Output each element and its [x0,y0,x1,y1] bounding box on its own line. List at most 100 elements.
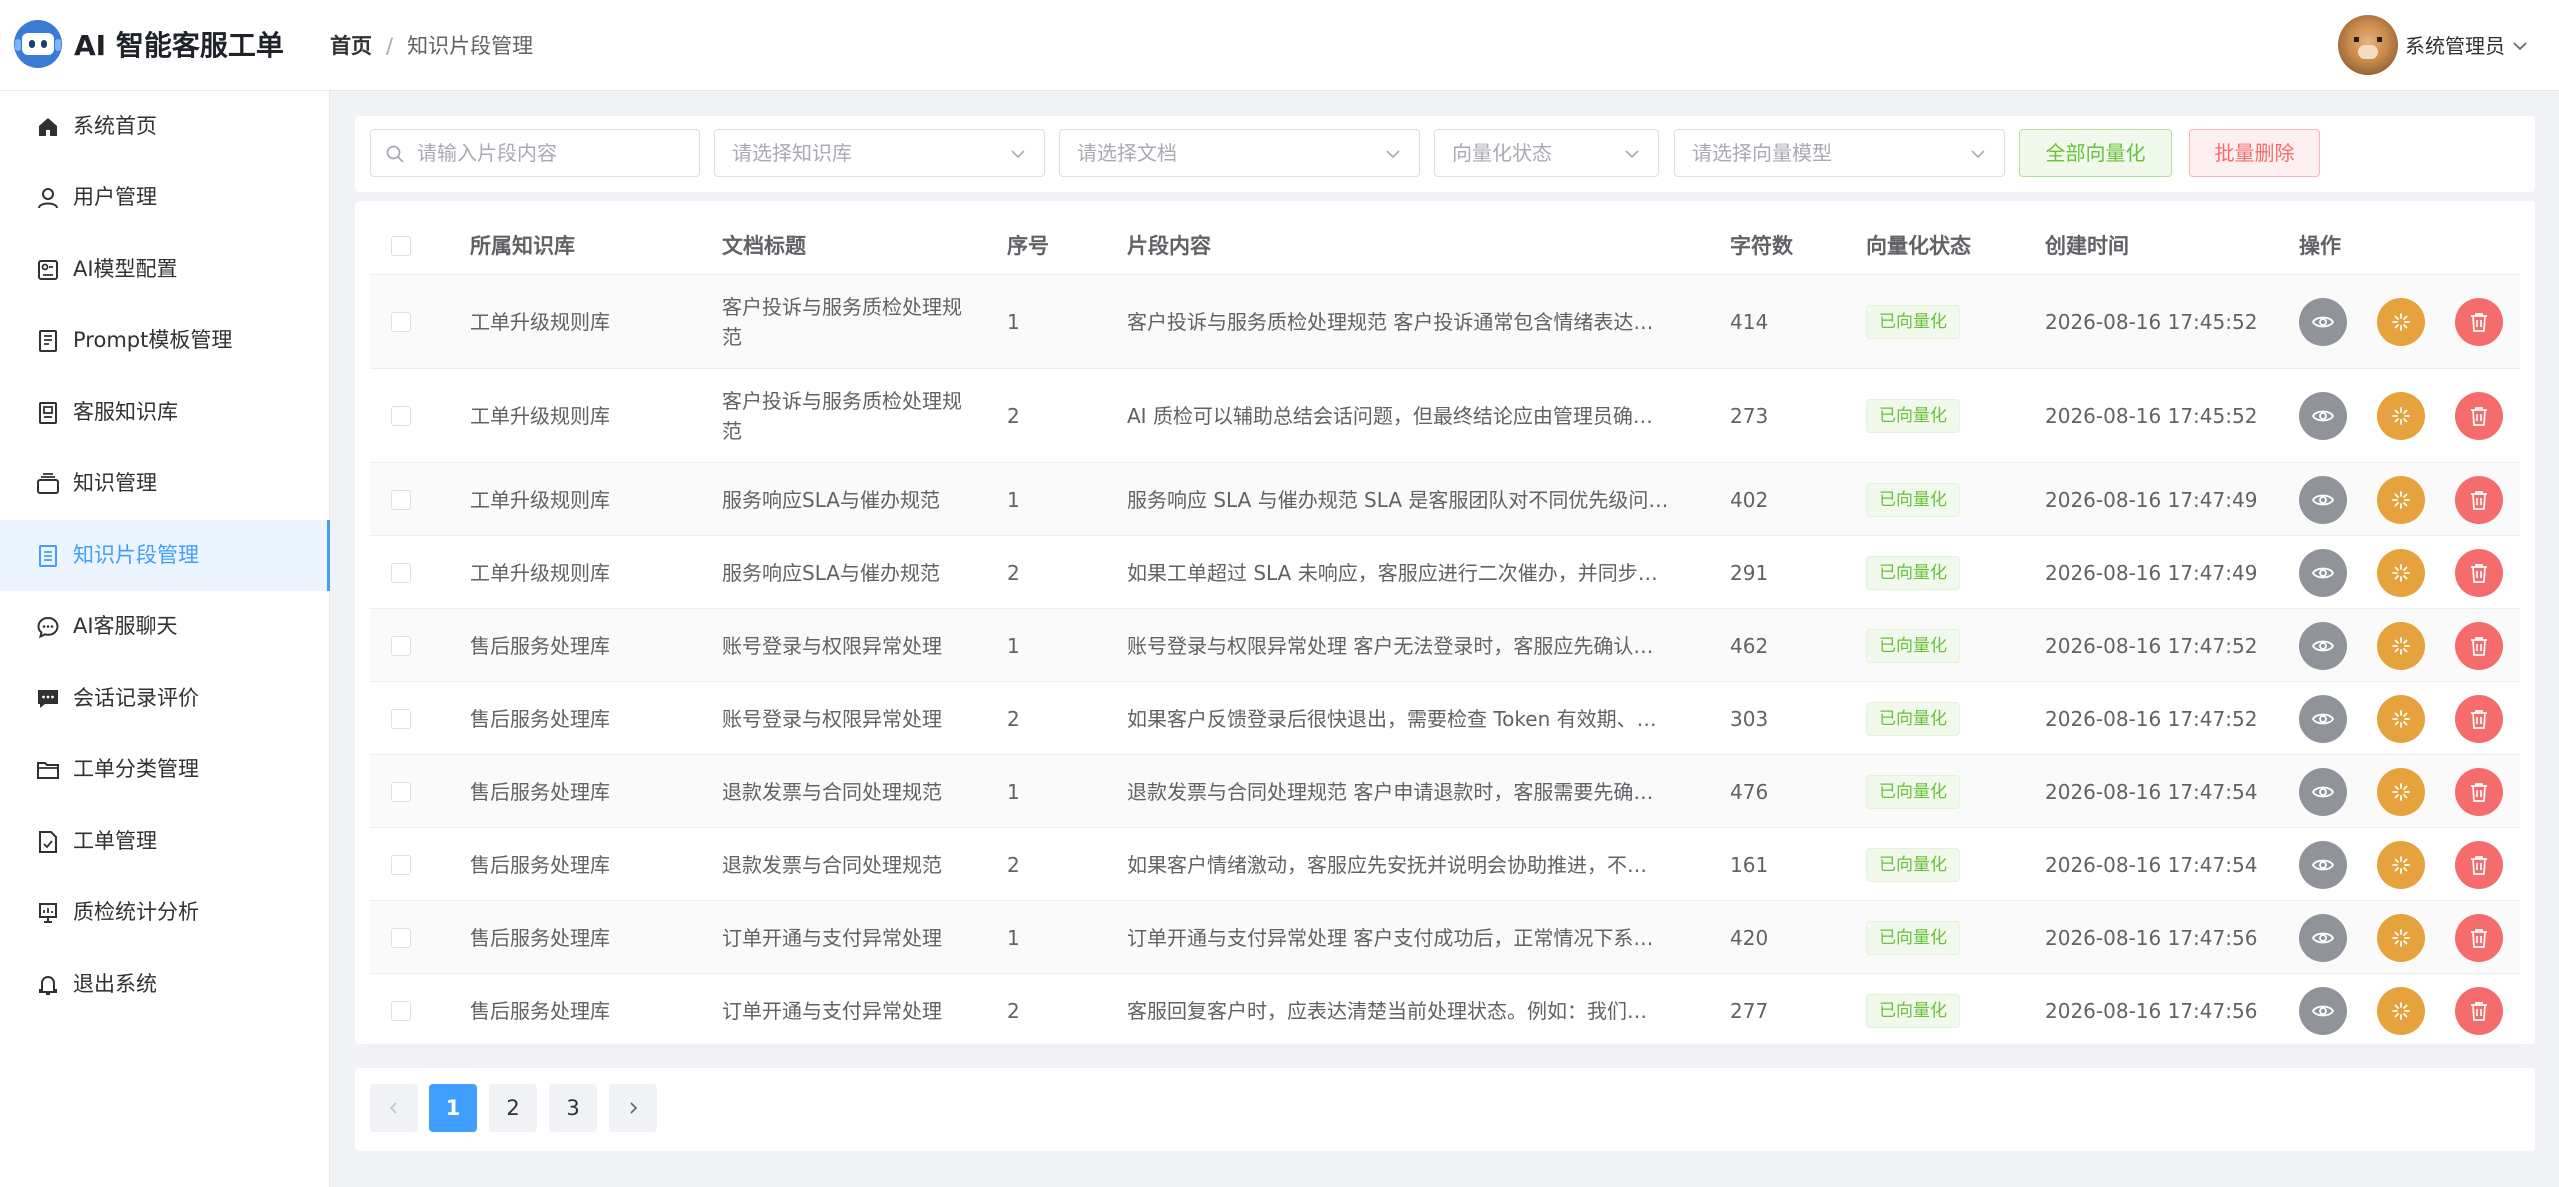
app-title: AI 智能客服工单 [74,29,284,62]
vectorize-button[interactable] [2377,986,2425,1035]
view-button[interactable] [2299,694,2347,743]
view-button[interactable] [2299,621,2347,670]
breadcrumb-home-link[interactable]: 首页 [330,34,372,58]
user-name[interactable]: 系统管理员 [2405,32,2505,60]
row-checkbox[interactable] [391,1000,411,1021]
sidebar-item-prompt-templates[interactable]: Prompt模板管理 [0,305,330,376]
vectorize-button[interactable] [2377,392,2425,440]
vectorize-button[interactable] [2377,475,2425,524]
view-button[interactable] [2299,986,2347,1035]
row-checkbox[interactable] [391,635,411,656]
column-header-kb: 所属知识库 [470,234,575,258]
sidebar-item-model-config[interactable]: AI模型配置 [0,234,330,305]
sidebar-item-knowledge-segments[interactable]: 知识片段管理 [0,520,330,591]
document-select[interactable]: 请选择文档 [1059,129,1420,177]
vectorize-button[interactable] [2377,548,2425,597]
delete-button[interactable] [2455,913,2503,962]
sidebar-item-label: 用户管理 [73,185,157,209]
row-checkbox[interactable] [391,312,411,332]
cell-chars: 462 [1730,633,1769,658]
row-checkbox[interactable] [391,708,411,729]
sidebar-item-ai-chat[interactable]: AI客服聊天 [0,591,330,662]
sparkle-icon [2392,563,2410,582]
content-search-input[interactable]: 请输入片段内容 [370,129,700,177]
vector-status-select[interactable]: 向量化状态 [1434,129,1659,177]
top-header: AI 智能客服工单 首页 / 知识片段管理 系统管理员 [0,0,2559,91]
column-header-seq: 序号 [1007,234,1049,258]
sidebar-item-users[interactable]: 用户管理 [0,162,330,233]
delete-button[interactable] [2455,621,2503,670]
delete-button[interactable] [2455,767,2503,816]
view-button[interactable] [2299,392,2347,440]
vectorize-all-button[interactable]: 全部向量化 [2019,129,2172,177]
sidebar-item-qa-statistics[interactable]: 质检统计分析 [0,877,330,948]
cell-created: 2026-08-16 17:47:54 [2045,779,2258,804]
folder-icon [37,762,59,779]
sidebar-item-label: 知识片段管理 [73,543,199,567]
view-button[interactable] [2299,913,2347,962]
chevron-down-icon [1386,150,1400,159]
batch-delete-button[interactable]: 批量删除 [2189,129,2320,177]
sidebar-item-session-review[interactable]: 会话记录评价 [0,663,330,734]
delete-button[interactable] [2455,475,2503,524]
row-checkbox[interactable] [391,781,411,802]
delete-button[interactable] [2455,548,2503,597]
sidebar-item-knowledge[interactable]: 知识管理 [0,448,330,519]
delete-button[interactable] [2455,840,2503,889]
sidebar-item-home[interactable]: 系统首页 [0,91,330,162]
vectorize-button[interactable] [2377,913,2425,962]
knowledge-base-select[interactable]: 请选择知识库 [714,129,1045,177]
cell-content: 客服回复客户时，应表达清楚当前处理状态。例如：我们… [1127,998,1647,1023]
knowledge-icon [37,473,59,494]
cell-kb: 售后服务处理库 [470,779,610,804]
cell-kb: 工单升级规则库 [470,310,610,334]
row-checkbox[interactable] [391,489,411,510]
chevron-down-icon[interactable] [2512,38,2528,54]
user-icon [38,188,58,209]
user-avatar[interactable] [2338,15,2398,75]
sparkle-icon [2392,407,2410,425]
chevron-right-icon [630,1102,638,1114]
delete-button[interactable] [2455,392,2503,440]
vector-model-select[interactable]: 请选择向量模型 [1674,129,2005,177]
sidebar-item-ticket-categories[interactable]: 工单分类管理 [0,734,330,805]
view-button[interactable] [2299,548,2347,597]
row-checkbox[interactable] [391,854,411,875]
page-2-button[interactable]: 2 [489,1084,537,1132]
sidebar-item-logout[interactable]: 退出系统 [0,949,330,1020]
trash-icon [2471,636,2487,656]
page-3-button[interactable]: 3 [549,1084,597,1132]
column-header-content: 片段内容 [1127,234,1211,258]
view-button[interactable] [2299,298,2347,346]
cell-doc: 退款发票与合同处理规范 [722,779,942,804]
vectorize-button[interactable] [2377,298,2425,346]
status-badge: 已向量化 [1866,555,1960,590]
chevron-down-icon [1625,150,1639,159]
row-checkbox[interactable] [391,927,411,948]
view-button[interactable] [2299,840,2347,889]
trash-icon [2471,1001,2487,1021]
delete-button[interactable] [2455,986,2503,1035]
page-1-button[interactable]: 1 [429,1084,477,1132]
sidebar-item-label: 工单分类管理 [73,757,199,781]
sidebar-item-knowledge-base[interactable]: 客服知识库 [0,377,330,448]
column-header-doc: 文档标题 [722,234,806,258]
vectorize-button[interactable] [2377,840,2425,889]
delete-button[interactable] [2455,694,2503,743]
vectorize-button[interactable] [2377,767,2425,816]
view-button[interactable] [2299,767,2347,816]
table-row: 售后服务处理库 账号登录与权限异常处理 2 如果客户反馈登录后很快退出，需要检查 To… [370,682,2520,755]
view-button[interactable] [2299,475,2347,524]
sidebar-item-tickets[interactable]: 工单管理 [0,806,330,877]
vectorize-button[interactable] [2377,694,2425,743]
row-checkbox[interactable] [391,406,411,426]
cell-doc: 订单开通与支付异常处理 [722,925,942,950]
delete-button[interactable] [2455,298,2503,346]
select-all-checkbox[interactable] [391,236,411,256]
vectorize-button[interactable] [2377,621,2425,670]
prev-page-button[interactable] [370,1084,418,1132]
select-placeholder: 请选择文档 [1077,141,1177,165]
cell-kb: 工单升级规则库 [470,404,610,428]
row-checkbox[interactable] [391,562,411,583]
next-page-button[interactable] [609,1084,657,1132]
